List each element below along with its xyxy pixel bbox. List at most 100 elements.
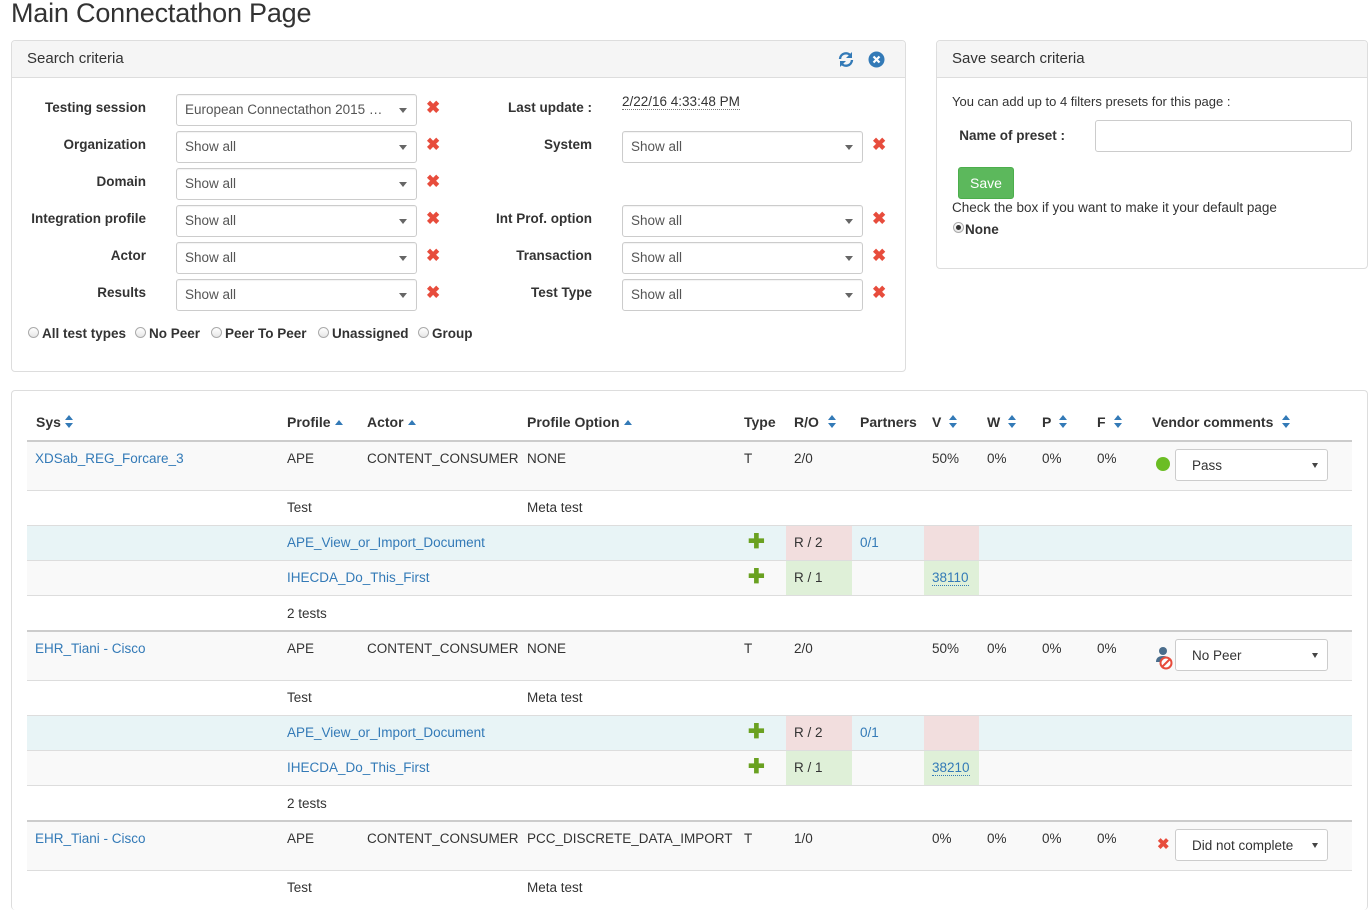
save-preset-button[interactable]: Save bbox=[958, 167, 1014, 199]
clear-test-type-icon[interactable]: ✖ bbox=[872, 284, 886, 301]
test-subheader: Test bbox=[287, 690, 312, 705]
radio-peer-to-peer-label: Peer To Peer bbox=[225, 326, 307, 341]
system-select[interactable]: Show all bbox=[622, 131, 863, 163]
transaction-select[interactable]: Show all bbox=[622, 242, 863, 274]
w-cell: 0% bbox=[987, 641, 1007, 656]
clear-search-icon[interactable] bbox=[868, 51, 885, 71]
default-page-hint: Check the box if you want to make it you… bbox=[952, 200, 1277, 215]
radio-unassigned[interactable] bbox=[318, 327, 329, 338]
row-divider bbox=[27, 870, 1352, 871]
clear-testing-session-icon[interactable]: ✖ bbox=[426, 99, 440, 116]
radio-none-default-label: None bbox=[965, 222, 999, 237]
instance-link[interactable]: 38110 bbox=[932, 570, 969, 586]
col-profile[interactable]: Profile bbox=[287, 414, 343, 430]
ro-cell: 1/0 bbox=[794, 831, 813, 846]
test-link[interactable]: APE_View_or_Import_Document bbox=[287, 725, 485, 740]
add-icon[interactable]: ✚ bbox=[748, 567, 765, 587]
radio-all-test-types-label: All test types bbox=[42, 326, 127, 341]
table-row bbox=[27, 442, 1352, 490]
domain-select[interactable]: Show all bbox=[176, 168, 417, 200]
col-vendor-comments[interactable]: Vendor comments bbox=[1152, 414, 1291, 430]
clear-domain-icon[interactable]: ✖ bbox=[426, 173, 440, 190]
clear-results-icon[interactable]: ✖ bbox=[426, 284, 440, 301]
clear-integration-profile-icon[interactable]: ✖ bbox=[426, 210, 440, 227]
add-icon[interactable]: ✚ bbox=[748, 532, 765, 552]
actor-select[interactable]: Show all bbox=[176, 242, 417, 274]
row-divider bbox=[27, 595, 1352, 596]
clear-transaction-icon[interactable]: ✖ bbox=[872, 247, 886, 264]
organization-select[interactable]: Show all bbox=[176, 131, 417, 163]
sys-link[interactable]: EHR_Tiani - Cisco bbox=[35, 831, 146, 846]
integration-profile-select[interactable]: Show all bbox=[176, 205, 417, 237]
domain-label: Domain bbox=[96, 174, 146, 189]
sys-link[interactable]: XDSab_REG_Forcare_3 bbox=[35, 451, 184, 466]
add-icon[interactable]: ✚ bbox=[748, 757, 765, 777]
f-cell: 0% bbox=[1097, 451, 1117, 466]
col-v[interactable]: V bbox=[932, 414, 958, 430]
green-dot-icon bbox=[1156, 457, 1170, 471]
radio-group-label: Group bbox=[432, 326, 473, 341]
col-f[interactable]: F bbox=[1097, 414, 1123, 430]
clear-int-prof-option-icon[interactable]: ✖ bbox=[872, 210, 886, 227]
add-icon[interactable]: ✚ bbox=[748, 722, 765, 742]
test-link[interactable]: APE_View_or_Import_Document bbox=[287, 535, 485, 550]
test-row bbox=[27, 526, 1352, 560]
partners-link[interactable]: 0/1 bbox=[860, 725, 879, 740]
clear-system-icon[interactable]: ✖ bbox=[872, 136, 886, 153]
test-link[interactable]: IHECDA_Do_This_First bbox=[287, 760, 430, 775]
clear-actor-icon[interactable]: ✖ bbox=[426, 247, 440, 264]
test-link[interactable]: IHECDA_Do_This_First bbox=[287, 570, 430, 585]
int-prof-option-select[interactable]: Show all bbox=[622, 205, 863, 237]
clear-organization-icon[interactable]: ✖ bbox=[426, 136, 440, 153]
col-w[interactable]: W bbox=[987, 414, 1017, 430]
sort-icon bbox=[1059, 415, 1068, 429]
radio-all-test-types[interactable] bbox=[28, 327, 39, 338]
sort-icon bbox=[64, 415, 74, 429]
actor-cell: CONTENT_CONSUMER bbox=[367, 831, 519, 846]
v-cell-bg bbox=[924, 526, 979, 560]
radio-none-default[interactable] bbox=[953, 222, 964, 233]
sort-asc-icon bbox=[334, 420, 343, 425]
col-p[interactable]: P bbox=[1042, 414, 1068, 430]
v-cell-bg bbox=[924, 716, 979, 750]
table-row bbox=[27, 822, 1352, 870]
p-cell: 0% bbox=[1042, 641, 1062, 656]
meta-test-subheader: Meta test bbox=[527, 880, 583, 895]
type-cell: T bbox=[744, 451, 753, 466]
ro-cell: 2/0 bbox=[794, 451, 813, 466]
sort-asc-icon bbox=[623, 420, 632, 425]
sort-icon bbox=[1008, 415, 1017, 429]
actor-label: Actor bbox=[110, 248, 146, 263]
w-cell: 0% bbox=[987, 451, 1007, 466]
test-subheader: Test bbox=[287, 880, 312, 895]
instance-link[interactable]: 38210 bbox=[932, 760, 970, 776]
results-select[interactable]: Show all bbox=[176, 279, 417, 311]
status-select[interactable]: No Peer bbox=[1175, 639, 1328, 671]
testing-session-select[interactable]: European Connectathon 2015 - L... bbox=[176, 94, 417, 126]
col-ro[interactable]: R/O bbox=[794, 414, 837, 430]
col-actor[interactable]: Actor bbox=[367, 414, 416, 430]
preset-name-input[interactable] bbox=[1095, 120, 1352, 152]
sort-icon bbox=[1113, 415, 1123, 429]
search-criteria-heading: Search criteria bbox=[12, 41, 905, 78]
status-select[interactable]: Did not complete bbox=[1175, 829, 1328, 861]
refresh-icon[interactable] bbox=[837, 51, 855, 71]
f-cell: 0% bbox=[1097, 641, 1117, 656]
radio-no-peer[interactable] bbox=[135, 327, 146, 338]
test-subheader: Test bbox=[287, 500, 312, 515]
partners-link[interactable]: 0/1 bbox=[860, 535, 879, 550]
test-type-select[interactable]: Show all bbox=[622, 279, 863, 311]
sort-asc-icon bbox=[407, 420, 416, 425]
status-select[interactable]: Pass bbox=[1175, 449, 1328, 481]
test-count: 2 tests bbox=[287, 606, 327, 621]
col-profile-option[interactable]: Profile Option bbox=[527, 414, 632, 430]
col-sys[interactable]: Sys bbox=[36, 414, 74, 430]
last-update-label: Last update : bbox=[507, 100, 592, 115]
radio-peer-to-peer[interactable] bbox=[211, 327, 222, 338]
radio-no-peer-label: No Peer bbox=[149, 326, 201, 341]
radio-group[interactable] bbox=[418, 327, 429, 338]
test-row bbox=[27, 561, 1352, 595]
transaction-label: Transaction bbox=[516, 248, 592, 263]
sys-link[interactable]: EHR_Tiani - Cisco bbox=[35, 641, 146, 656]
p-cell: 0% bbox=[1042, 451, 1062, 466]
